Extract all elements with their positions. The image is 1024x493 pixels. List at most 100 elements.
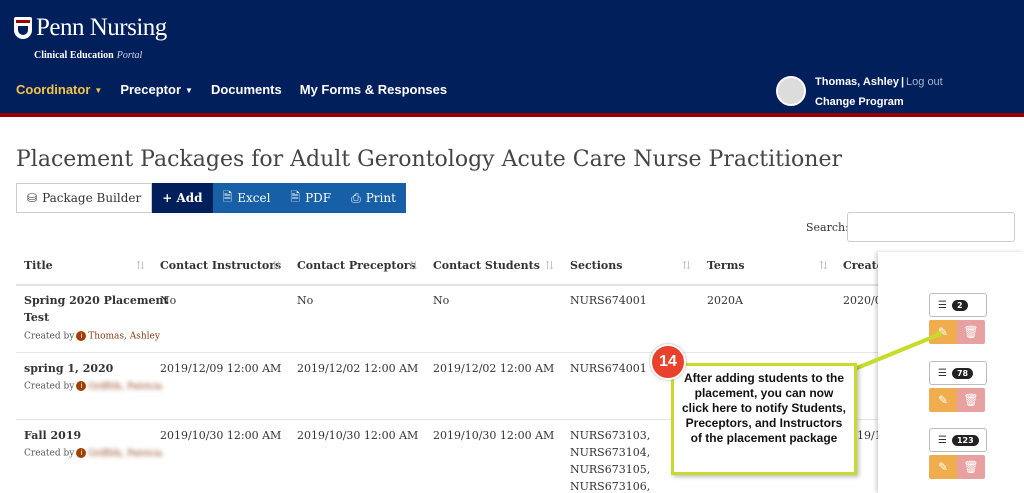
delete-button[interactable]: 🗑	[957, 455, 985, 479]
print-button[interactable]: ⎙ Print	[341, 183, 406, 213]
created-by-label: Created by	[24, 331, 75, 342]
column-header-sections[interactable]: Sections	[570, 259, 622, 272]
tutorial-callout: After adding students to the placement, …	[671, 363, 857, 475]
sort-icon[interactable]: ⇅	[682, 259, 691, 272]
creator-link[interactable]: Griffith, Patricia	[88, 382, 162, 392]
portal-subtitle-italic: Portal	[116, 50, 143, 61]
sort-icon[interactable]: ⇅	[409, 259, 418, 272]
excel-button[interactable]: 🗎 Excel	[212, 183, 281, 213]
caret-down-icon: ▼	[185, 86, 193, 96]
penn-shield-icon	[14, 17, 32, 39]
pdf-icon: 🗎	[290, 189, 301, 204]
delete-button[interactable]: 🗑	[957, 388, 985, 412]
column-header-contact-students[interactable]: Contact Students	[433, 259, 540, 272]
cell-sections: NURS674001	[570, 294, 647, 307]
user-name[interactable]: Thomas, Ashley	[815, 76, 899, 88]
nav-coordinator-label: Coordinator	[16, 82, 91, 97]
cell-students: No	[433, 294, 450, 307]
cell-preceptors: No	[297, 294, 314, 307]
nav-coordinator[interactable]: Coordinator ▼	[16, 82, 102, 97]
table-header-divider	[16, 284, 1016, 286]
pdf-button[interactable]: 🗎 PDF	[280, 183, 342, 213]
add-button[interactable]: + Add	[152, 183, 213, 213]
nav-documents-label: Documents	[210, 82, 282, 97]
creator-link[interactable]: Thomas, Ashley	[88, 332, 160, 342]
cell-terms: 2020A	[707, 294, 743, 307]
row-divider	[16, 419, 1016, 420]
sort-icon[interactable]: ⇅	[819, 259, 828, 272]
package-details-button[interactable]: ☰ 123	[929, 428, 987, 452]
created-by-label: Created by	[24, 448, 75, 459]
excel-label: Excel	[237, 191, 271, 205]
creator-link[interactable]: Griffith, Patricia	[88, 449, 162, 459]
package-details-button[interactable]: ☰ 78	[929, 361, 987, 385]
portal-subtitle: Clinical Education Portal	[34, 50, 142, 61]
toolbar: ⛁ Package Builder + Add 🗎 Excel 🗎 PDF ⎙ Prin…	[16, 183, 406, 213]
edit-button[interactable]: ✎	[929, 455, 957, 479]
column-header-title[interactable]: Title	[24, 259, 53, 272]
delete-button[interactable]: 🗑	[957, 320, 985, 344]
list-icon: ☰	[938, 299, 947, 311]
print-label: Print	[365, 191, 396, 205]
nav-documents[interactable]: Documents	[211, 82, 282, 97]
created-by-label: Created by	[24, 381, 75, 392]
created-by: Created by i Griffith, Patricia	[24, 381, 162, 392]
column-header-contact-preceptors[interactable]: Contact Preceptors	[297, 259, 416, 272]
info-icon: i	[76, 448, 87, 458]
change-program-link[interactable]: Change Program	[815, 96, 904, 108]
cell-sections: NURS674001	[570, 362, 647, 375]
page-title: Placement Packages for Adult Gerontology…	[16, 147, 842, 172]
user-separator: |	[900, 76, 905, 88]
trash-icon: 🗑	[963, 325, 979, 339]
count-badge: 123	[951, 434, 979, 446]
sort-icon[interactable]: ⇅	[272, 259, 281, 272]
count-badge: 2	[951, 299, 968, 311]
avatar[interactable]	[776, 76, 806, 106]
created-by: Created by i Griffith, Patricia	[24, 448, 162, 459]
package-builder-button[interactable]: ⛁ Package Builder	[16, 183, 153, 213]
excel-icon: 🗎	[222, 189, 233, 204]
sort-icon[interactable]: ⇅	[136, 259, 145, 272]
column-header-terms[interactable]: Terms	[707, 259, 745, 272]
edit-button[interactable]: ✎	[929, 320, 957, 344]
search-input[interactable]	[847, 212, 1015, 242]
trash-icon: 🗑	[963, 393, 979, 407]
nav-preceptor-label: Preceptor	[120, 82, 182, 97]
cell-preceptors: 2019/12/02 12:00 AM	[297, 362, 419, 375]
created-by: Created by i Thomas, Ashley	[24, 331, 160, 342]
row-title-cont[interactable]: Test	[24, 311, 49, 324]
row-title[interactable]: spring 1, 2020	[24, 362, 113, 375]
print-icon: ⎙	[351, 190, 361, 205]
cell-created: 2020/0	[843, 294, 882, 307]
package-details-button[interactable]: ☰ 2	[929, 293, 987, 317]
list-icon: ☰	[938, 367, 947, 379]
column-header-contact-instructors[interactable]: Contact Instructors	[160, 259, 281, 272]
cell-instructors: No	[160, 294, 177, 307]
main-nav: Coordinator ▼ Preceptor ▼ Documents My For…	[16, 82, 465, 97]
cell-sections: NURS673105,	[570, 463, 651, 476]
row-title[interactable]: Fall 2019	[24, 429, 81, 442]
cell-students: 2019/10/30 12:00 AM	[433, 429, 555, 442]
cell-preceptors: 2019/10/30 12:00 AM	[297, 429, 419, 442]
count-badge: 78	[951, 367, 974, 379]
row-title[interactable]: Spring 2020 Placement	[24, 294, 169, 307]
cell-instructors: 2019/10/30 12:00 AM	[160, 429, 282, 442]
cell-instructors: 2019/12/09 12:00 AM	[160, 362, 282, 375]
caret-down-icon: ▼	[94, 86, 103, 96]
sort-icon[interactable]: ⇅	[545, 259, 554, 272]
package-builder-icon: ⛁	[27, 191, 38, 205]
pencil-icon: ✎	[937, 325, 949, 339]
logout-link[interactable]: Log out	[906, 76, 943, 88]
trash-icon: 🗑	[963, 460, 979, 474]
cell-students: 2019/12/02 12:00 AM	[433, 362, 555, 375]
cell-sections: NURS673106,	[570, 480, 651, 493]
step-number-badge: 14	[650, 344, 686, 380]
edit-button[interactable]: ✎	[929, 388, 957, 412]
logo[interactable]: Penn Nursing	[14, 14, 167, 42]
header-divider	[0, 113, 1024, 117]
nav-preceptor[interactable]: Preceptor ▼	[120, 82, 193, 97]
nav-my-forms[interactable]: My Forms & Responses	[300, 82, 447, 97]
pdf-label: PDF	[305, 191, 332, 205]
pencil-icon: ✎	[937, 460, 949, 474]
brand-name: Penn Nursing	[36, 14, 167, 41]
